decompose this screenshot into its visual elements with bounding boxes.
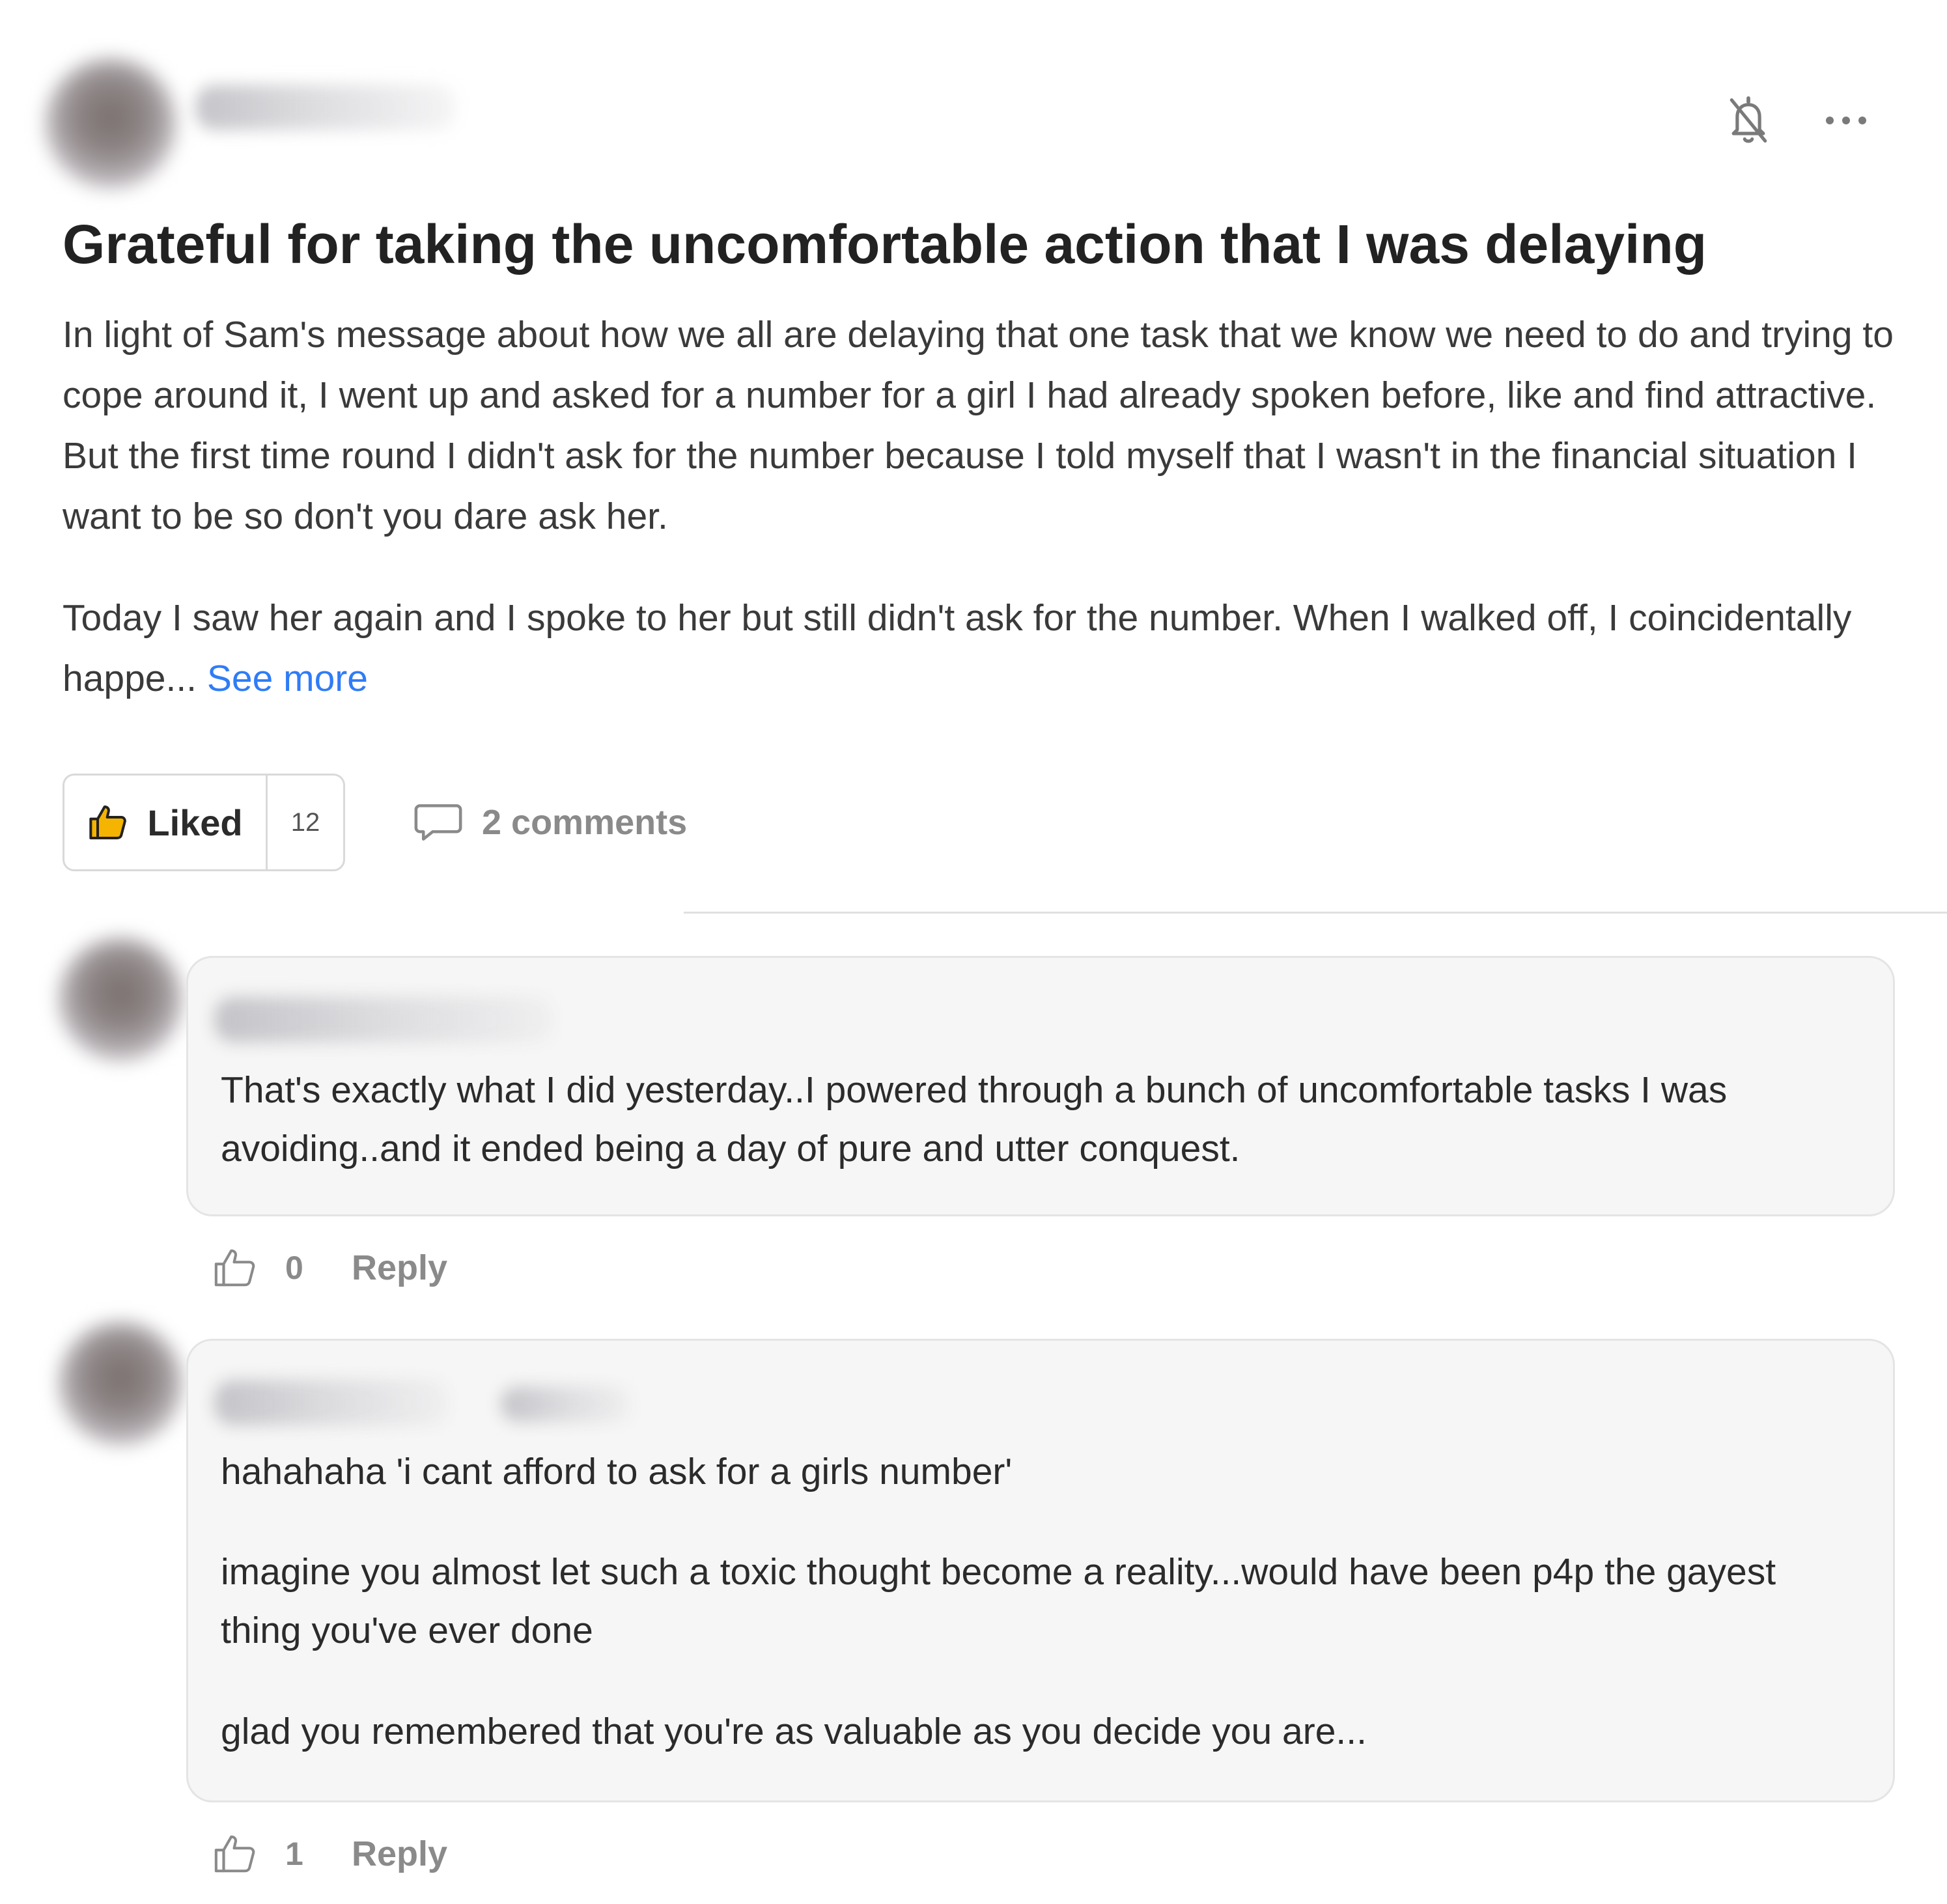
post-title: Grateful for taking the uncomfortable ac… <box>63 214 1707 275</box>
comment-author-avatar[interactable] <box>59 1322 182 1446</box>
comment-reply-button[interactable]: Reply <box>352 1834 447 1874</box>
thumbs-up-icon <box>89 805 127 839</box>
thumbs-up-icon <box>214 1835 255 1873</box>
bell-off-icon <box>1730 96 1767 143</box>
post-body-paragraph-1: In light of Sam's message about how we a… <box>63 314 1894 537</box>
comment-like-count: 0 <box>285 1250 303 1286</box>
comment-actions: 0 Reply <box>212 1239 447 1297</box>
comment-paragraph: glad you remembered that you're as valua… <box>221 1711 1367 1752</box>
comment-bubble: hahahaha 'i cant afford to ask for a gir… <box>186 1339 1895 1802</box>
comment-bubble: That's exactly what I did yesterday..I p… <box>186 956 1895 1216</box>
comment-reply-button[interactable]: Reply <box>352 1248 447 1288</box>
more-options-button[interactable] <box>1817 91 1875 150</box>
comment-author-avatar[interactable] <box>59 938 182 1061</box>
post-author-name[interactable] <box>195 85 456 130</box>
comment-paragraph: hahahaha 'i cant afford to ask for a gir… <box>221 1451 1013 1492</box>
comment-bubble-icon <box>414 804 462 841</box>
comments-count-label: 2 comments <box>482 803 688 842</box>
comments-link[interactable]: 2 comments <box>414 793 687 852</box>
comment-timestamp <box>501 1386 631 1422</box>
like-button[interactable]: Liked <box>64 776 268 869</box>
more-horizontal-icon <box>1826 117 1866 124</box>
thumbs-up-icon <box>214 1249 255 1287</box>
comment-author-name[interactable] <box>214 1380 449 1425</box>
comment-like-count: 1 <box>285 1836 303 1872</box>
comment-like-button[interactable]: 0 <box>212 1245 324 1291</box>
comment-text: That's exactly what I did yesterday..I p… <box>221 1069 1728 1169</box>
like-button-group: Liked 12 <box>63 774 345 871</box>
like-button-label: Liked <box>147 802 243 843</box>
comment-paragraph: imagine you almost let such a toxic thou… <box>221 1551 1776 1651</box>
divider <box>684 912 1947 914</box>
comment-like-button[interactable]: 1 <box>212 1831 324 1877</box>
like-count: 12 <box>290 807 320 837</box>
post-author-avatar[interactable] <box>46 59 176 189</box>
comment-author-name[interactable] <box>214 997 553 1043</box>
see-more-link[interactable]: See more <box>207 658 368 699</box>
notification-bell-button[interactable] <box>1719 91 1778 150</box>
post-body-paragraph-2: Today I saw her again and I spoke to her… <box>63 588 1912 709</box>
comment-actions: 1 Reply <box>212 1825 447 1883</box>
